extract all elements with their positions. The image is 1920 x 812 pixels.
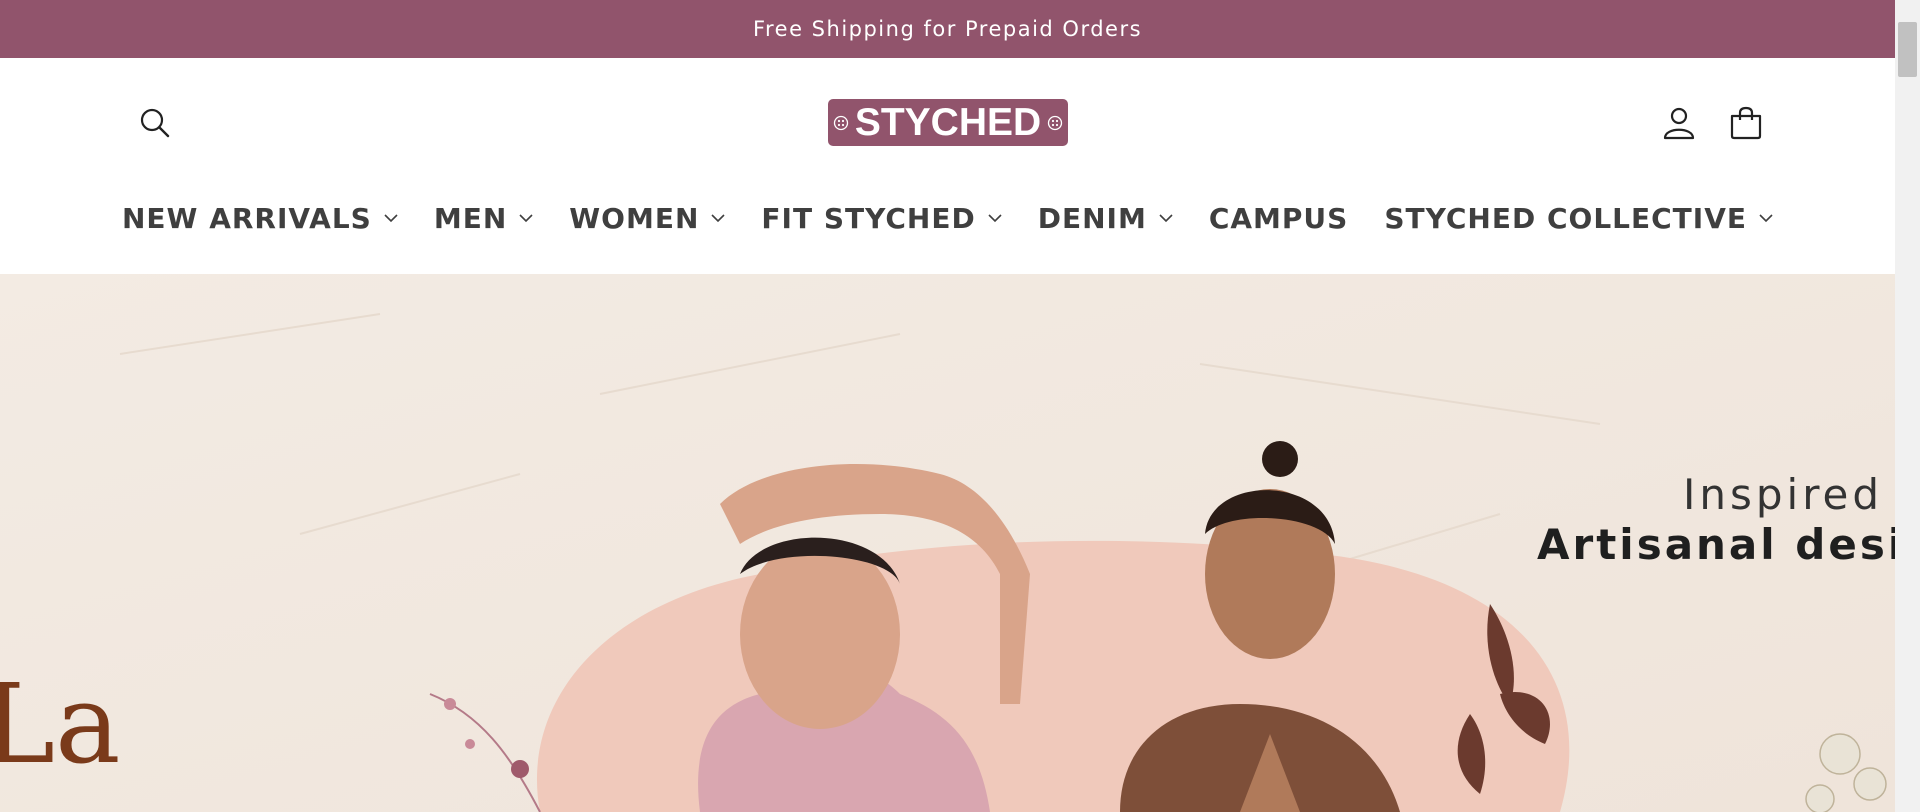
scrollbar-thumb[interactable]	[1898, 22, 1917, 77]
brand-logo[interactable]: STYCHED	[828, 99, 1068, 146]
nav-women[interactable]: WOMEN	[569, 202, 725, 235]
cart-icon	[1730, 106, 1762, 140]
nav-denim[interactable]: DENIM	[1038, 202, 1173, 235]
chevron-down-icon	[711, 213, 725, 222]
account-icon	[1663, 107, 1695, 140]
nav-campus[interactable]: CAMPUS	[1209, 202, 1349, 235]
hero-headline-line1: Inspired b	[1683, 470, 1920, 519]
nav-label: CAMPUS	[1208, 201, 1349, 235]
nav-label: FIT STYCHED	[761, 201, 976, 235]
account-button[interactable]	[1657, 101, 1701, 145]
hero-script-text: La	[0, 660, 121, 788]
site-header: STYCHED NEW ARRIVALS MEN WOMEN FIT STYCH…	[0, 58, 1895, 274]
announcement-bar: Free Shipping for Prepaid Orders	[0, 0, 1895, 58]
announcement-text: Free Shipping for Prepaid Orders	[752, 17, 1143, 41]
main-navigation: NEW ARRIVALS MEN WOMEN FIT STYCHED DENIM…	[0, 188, 1895, 248]
button-right-icon	[1048, 115, 1063, 130]
nav-label: DENIM	[1037, 201, 1147, 235]
nav-fit-styched[interactable]: FIT STYCHED	[761, 201, 1002, 235]
chevron-down-icon	[988, 213, 1002, 222]
nav-label: NEW ARRIVALS	[122, 201, 372, 235]
nav-label: WOMEN	[569, 201, 700, 235]
chevron-down-icon	[384, 213, 398, 222]
nav-label: STYCHED COLLECTIVE	[1384, 201, 1747, 235]
search-icon	[140, 108, 170, 138]
cart-button[interactable]	[1724, 101, 1768, 145]
button-left-icon	[833, 115, 848, 130]
hero-headline-line2: Artisanal design	[1537, 520, 1920, 569]
nav-label: MEN	[433, 201, 508, 235]
nav-men[interactable]: MEN	[434, 202, 533, 235]
search-button[interactable]	[133, 101, 177, 145]
logo-text: STYCHED	[854, 101, 1042, 144]
nav-styched-collective[interactable]: STYCHED COLLECTIVE	[1384, 202, 1773, 235]
vertical-scrollbar[interactable]	[1895, 0, 1920, 812]
chevron-down-icon	[1759, 213, 1773, 222]
nav-new-arrivals[interactable]: NEW ARRIVALS	[122, 202, 398, 235]
chevron-down-icon	[519, 213, 533, 222]
chevron-down-icon	[1159, 213, 1173, 222]
